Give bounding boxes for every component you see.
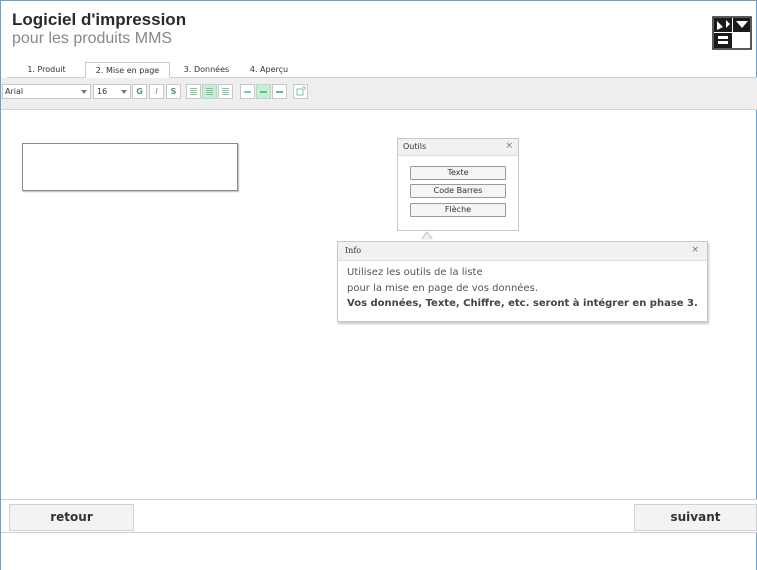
- tab-donnees[interactable]: 3. Données: [173, 62, 240, 78]
- tooltip-arrow-fill: [422, 233, 432, 240]
- align-center-icon: [206, 88, 213, 95]
- font-size-value: 16: [97, 87, 108, 96]
- underline-button[interactable]: S: [166, 84, 181, 99]
- tab-bar: 1. Produit 2. Mise en page 3. Données 4.…: [7, 62, 757, 78]
- mms-logo-icon: [712, 16, 752, 50]
- app-subtitle: pour les produits MMS: [12, 30, 173, 47]
- texte-button[interactable]: Texte: [410, 166, 506, 180]
- code-barres-button[interactable]: Code Barres: [410, 184, 506, 198]
- valign-bottom-button[interactable]: [272, 84, 287, 99]
- chevron-down-icon: [121, 90, 127, 94]
- align-left-button[interactable]: [186, 84, 201, 99]
- rotate-icon: [296, 86, 306, 96]
- outils-panel-header: Outils: [398, 139, 518, 156]
- rotate-button[interactable]: [293, 84, 308, 99]
- font-size-select[interactable]: 16: [93, 84, 131, 99]
- format-toolbar: Arial 16 G I S: [1, 78, 757, 110]
- align-right-icon: [222, 88, 229, 95]
- bold-button[interactable]: G: [132, 84, 147, 99]
- align-left-icon: [190, 88, 197, 95]
- valign-middle-button[interactable]: [256, 84, 271, 99]
- font-family-value: Arial: [5, 87, 24, 96]
- info-text-line-1: Utilisez les outils de la liste: [347, 267, 483, 278]
- align-center-button[interactable]: [202, 84, 217, 99]
- close-icon[interactable]: ×: [691, 245, 699, 255]
- tab-produit[interactable]: 1. Produit: [13, 62, 80, 78]
- tab-apercu[interactable]: 4. Aperçu: [239, 62, 299, 78]
- align-right-button[interactable]: [218, 84, 233, 99]
- outils-panel-title: Outils: [403, 142, 427, 151]
- valign-middle-icon: [260, 91, 267, 93]
- chevron-down-icon: [81, 90, 87, 94]
- outils-panel: Outils × Texte Code Barres Flèche: [397, 138, 519, 231]
- fleche-button[interactable]: Flèche: [410, 203, 506, 217]
- info-text-line-2: pour la mise en page de vos données.: [347, 283, 539, 294]
- app-window: Logiciel d'impression pour les produits …: [0, 0, 757, 570]
- retour-button[interactable]: retour: [9, 504, 134, 531]
- info-text-line-3: Vos données, Texte, Chiffre, etc. seront…: [347, 298, 698, 309]
- valign-top-button[interactable]: [240, 84, 255, 99]
- info-panel-title: Info: [345, 246, 362, 255]
- close-icon[interactable]: ×: [505, 141, 513, 151]
- tab-mise-en-page[interactable]: 2. Mise en page: [85, 62, 170, 78]
- valign-bottom-icon: [276, 91, 283, 93]
- info-panel: Info × Utilisez les outils de la liste p…: [337, 241, 708, 322]
- bottom-nav-bar: retour suivant: [1, 499, 757, 533]
- info-panel-header: Info: [338, 242, 707, 261]
- valign-top-icon: [244, 91, 251, 93]
- italic-button[interactable]: I: [149, 84, 164, 99]
- app-title: Logiciel d'impression: [12, 10, 187, 29]
- layout-text-field[interactable]: [22, 143, 238, 191]
- suivant-button[interactable]: suivant: [634, 504, 757, 531]
- font-family-select[interactable]: Arial: [2, 84, 91, 99]
